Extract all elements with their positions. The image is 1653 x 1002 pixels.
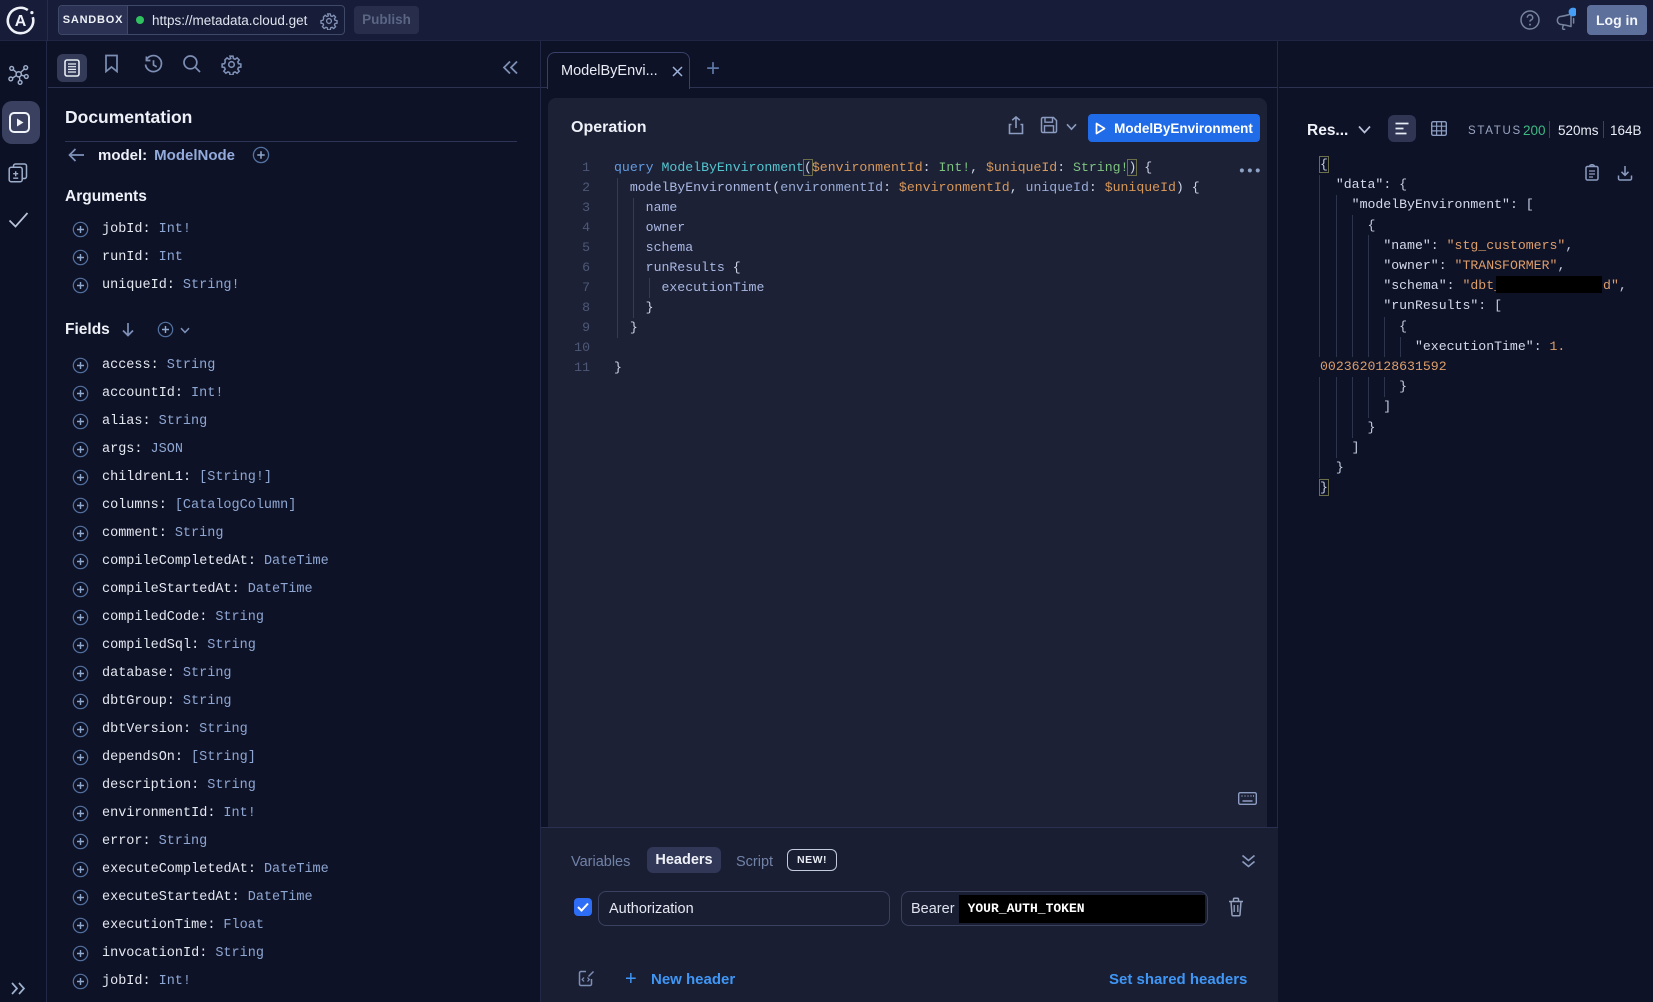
svg-text:A: A xyxy=(15,13,27,30)
